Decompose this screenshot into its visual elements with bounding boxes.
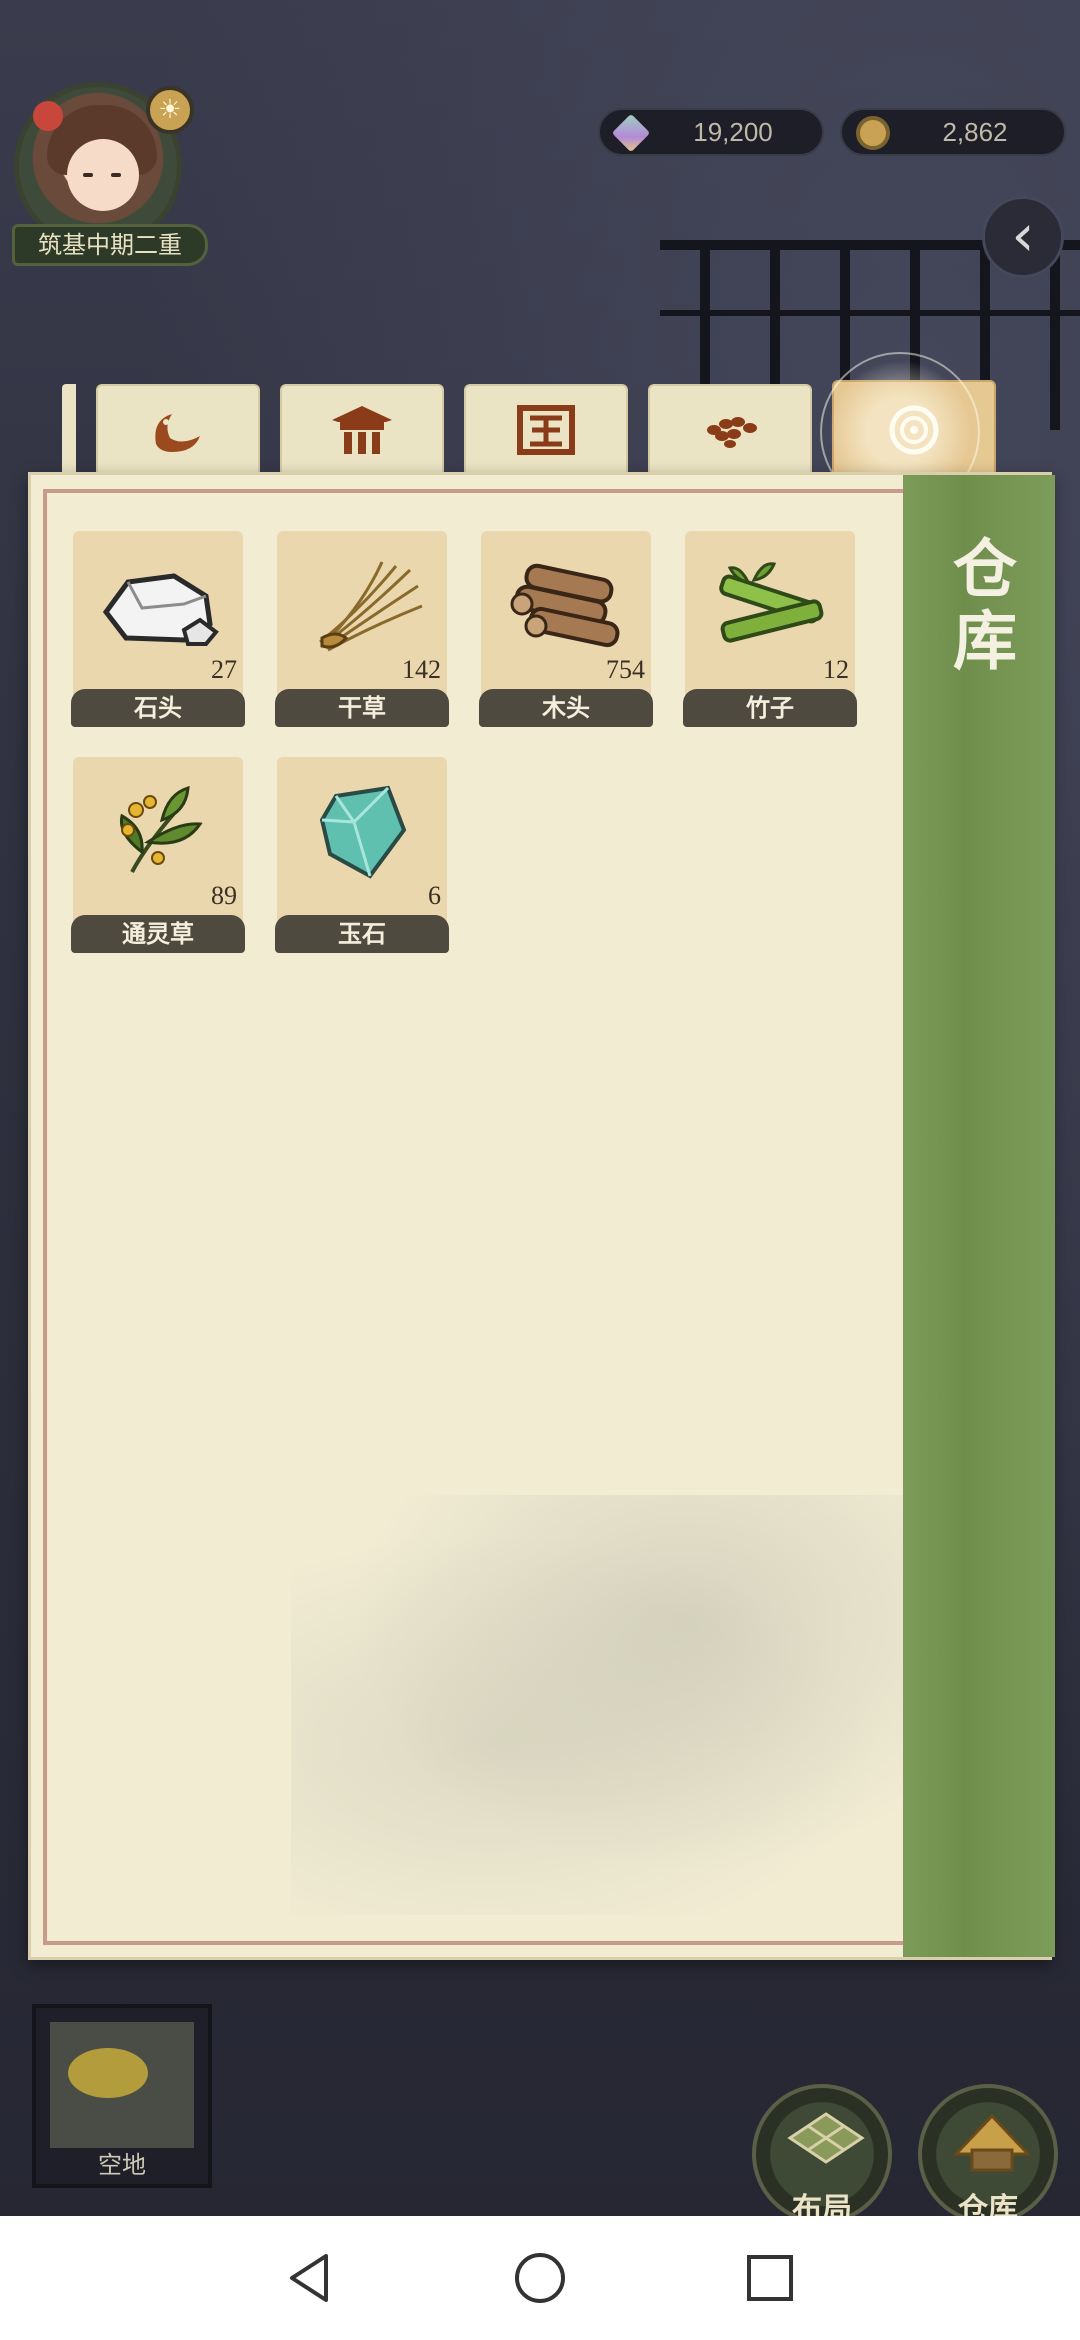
- jade-icon: [319, 785, 407, 879]
- spirit-crystal-icon: [611, 113, 651, 153]
- wood-icon: [510, 563, 620, 648]
- item-count: 754: [606, 655, 645, 684]
- recents-square-icon[interactable]: [740, 2248, 800, 2308]
- panel-side-strip: 仓库: [903, 475, 1055, 1957]
- inventory-item-spirit-herb[interactable]: 89 通灵草: [71, 757, 245, 953]
- item-name: 干草: [275, 689, 449, 727]
- item-name: 竹子: [683, 689, 857, 727]
- panel-title: 仓库: [942, 535, 1017, 679]
- tab-edge: [62, 384, 76, 476]
- empty-land-slot[interactable]: 空地: [32, 2004, 212, 2188]
- layout-grid-icon: [787, 2112, 865, 2164]
- item-name: 石头: [71, 689, 245, 727]
- straw-hut-icon: [952, 2113, 1032, 2172]
- fish-icon: [155, 414, 200, 452]
- ink-mountain-decoration: [291, 1495, 951, 1915]
- storage-panel: 仓库 27 石头 142 干草 754 木头 12 竹子 89 通灵草 6 玉石: [28, 472, 1055, 1960]
- inventory-item-jade[interactable]: 6 玉石: [275, 757, 449, 953]
- storage-button[interactable]: 仓库: [918, 2084, 1058, 2227]
- inventory-item-wood[interactable]: 754 木头: [479, 531, 653, 727]
- hay-icon: [319, 561, 423, 652]
- empty-slot-label: 空地: [98, 2151, 146, 2179]
- item-name: 木头: [479, 689, 653, 727]
- inventory-item-stone[interactable]: 27 石头: [71, 531, 245, 727]
- item-count: 142: [402, 655, 441, 684]
- tab-buildings[interactable]: [280, 384, 444, 476]
- back-triangle-icon[interactable]: [280, 2248, 340, 2308]
- item-count: 12: [823, 655, 849, 684]
- item-name: 玉石: [275, 915, 449, 953]
- spirit-herb-icon: [119, 785, 203, 873]
- layout-button[interactable]: 布局: [752, 2084, 892, 2227]
- player-rank-label: 筑基中期二重: [12, 224, 208, 266]
- item-count: 27: [211, 655, 237, 684]
- building-icon: [332, 406, 392, 454]
- coin-counter[interactable]: 2,862: [840, 108, 1066, 156]
- tab-fishing[interactable]: [96, 384, 260, 476]
- sun-icon: ☀: [146, 86, 194, 134]
- bamboo-icon: [719, 562, 824, 643]
- spirit-crystal-counter[interactable]: 19,200: [598, 108, 824, 156]
- stone-icon: [102, 573, 219, 646]
- chevron-left-icon: ‹: [1011, 201, 1035, 269]
- land-plot-icon: [68, 2048, 148, 2098]
- item-count: 6: [428, 881, 441, 910]
- spirit-crystal-value: 19,200: [693, 117, 773, 147]
- system-nav-bar: [0, 2216, 1080, 2340]
- inventory-item-bamboo[interactable]: 12 竹子: [683, 531, 857, 727]
- item-name: 通灵草: [71, 915, 245, 953]
- seeds-icon: [707, 417, 757, 448]
- field-icon: [517, 405, 575, 455]
- coin-icon: [856, 116, 890, 150]
- item-count: 89: [211, 881, 237, 910]
- inventory-item-hay[interactable]: 142 干草: [275, 531, 449, 727]
- flower-hairpin-icon: [33, 101, 63, 131]
- tab-seeds[interactable]: [648, 384, 812, 476]
- tab-fields[interactable]: [464, 384, 628, 476]
- home-circle-icon[interactable]: [510, 2248, 570, 2308]
- back-button[interactable]: ‹: [982, 196, 1064, 278]
- coin-value: 2,862: [942, 117, 1008, 147]
